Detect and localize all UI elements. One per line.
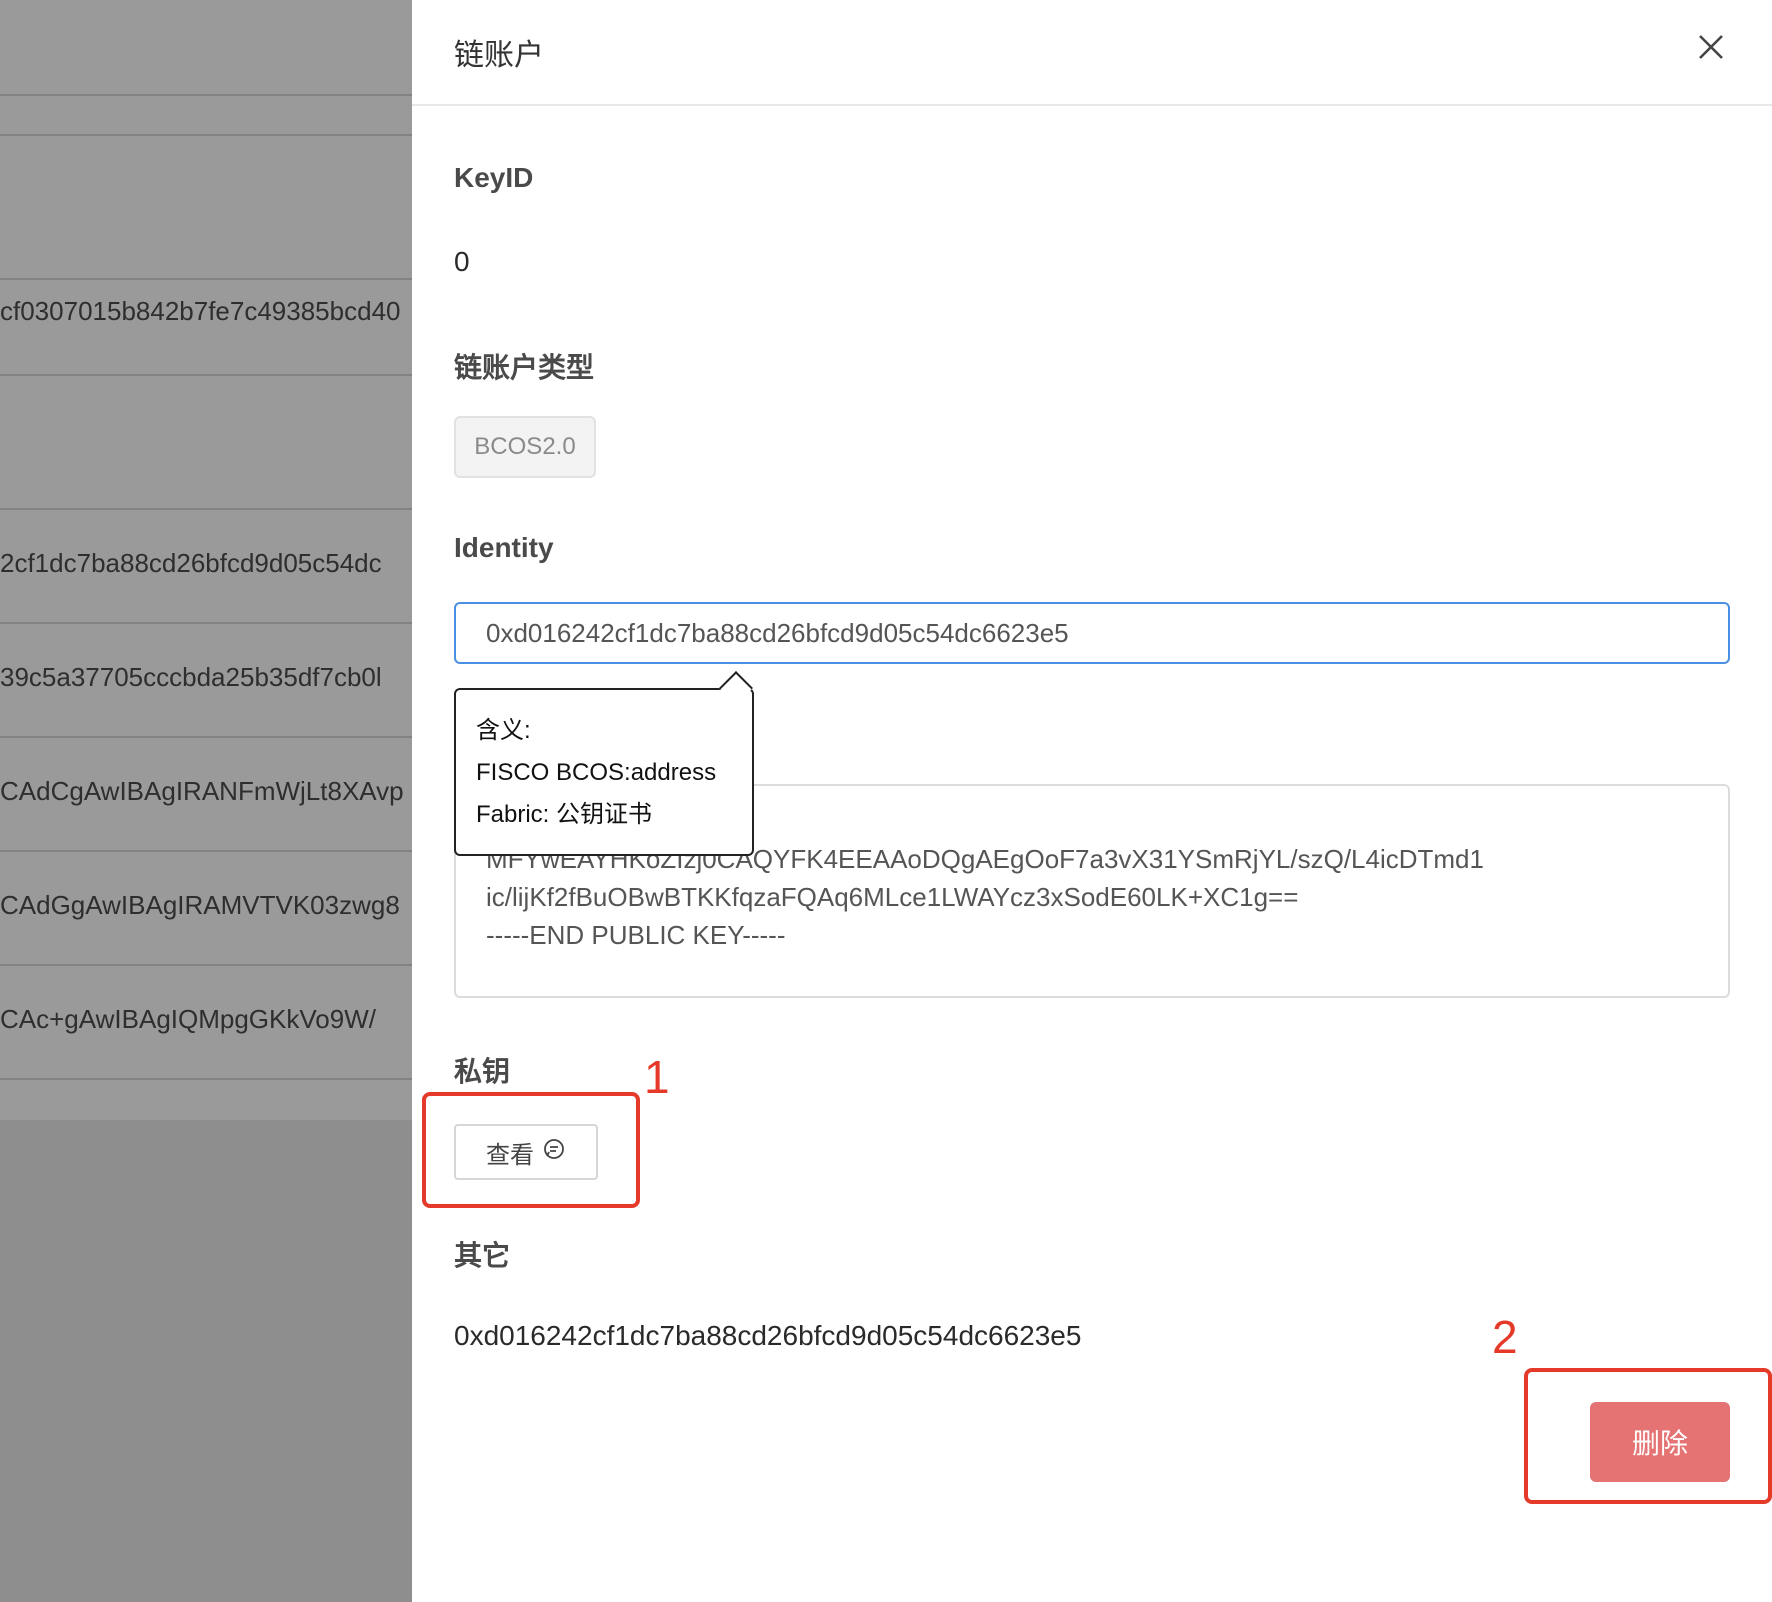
identity-tooltip: 含义: FISCO BCOS:address Fabric: 公钥证书 (454, 671, 754, 856)
annotation-number-2: 2 (1492, 1311, 1518, 1363)
table-row: cf0307015b842b7fe7c49385bcd40 (0, 280, 412, 376)
annotation-number-1: 1 (644, 1051, 670, 1103)
table-cell: 2cf1dc7ba88cd26bfcd9d05c54dc (0, 548, 382, 578)
other-label: 其它 (454, 1240, 511, 1271)
tooltip-line: FISCO BCOS:address (476, 759, 717, 786)
tooltip-line: Fabric: 公钥证书 (476, 801, 653, 828)
table-row: 39c5a37705cccbda25b35df7cb0l (0, 624, 412, 738)
account-type-label: 链账户类型 (454, 352, 595, 383)
table-row (0, 96, 412, 136)
tooltip-arrow (719, 671, 753, 705)
drawer-header: 链账户 (412, 0, 1772, 106)
annotation-box-2 (1524, 1368, 1772, 1504)
private-key-label: 私钥 (454, 1056, 511, 1087)
table-row (0, 376, 412, 510)
account-type-field: BCOS2.0 (454, 416, 596, 478)
identity-field[interactable]: 0xd016242cf1dc7ba88cd26bfcd9d05c54dc6623… (454, 602, 1730, 664)
table-cell: CAdCgAwIBAgIRANFmWjLt8XAvp (0, 776, 404, 806)
table-row (0, 0, 412, 96)
other-value: 0xd016242cf1dc7ba88cd26bfcd9d05c54dc6623… (454, 1320, 1082, 1351)
chain-account-drawer: 链账户 KeyID 0 链账户类型 BCOS2.0 Identity 0xd01… (412, 0, 1772, 1602)
table-cell: cf0307015b842b7fe7c49385bcd40 (0, 296, 401, 326)
background-table: cf0307015b842b7fe7c49385bcd40 2cf1dc7ba8… (0, 0, 412, 1120)
annotation-box-1 (422, 1092, 640, 1208)
keyid-value: 0 (454, 246, 470, 277)
keyid-label: KeyID (454, 162, 534, 193)
table-row (0, 136, 412, 280)
table-row: CAdCgAwIBAgIRANFmWjLt8XAvp (0, 738, 412, 852)
public-key-line: -----END PUBLIC KEY----- (486, 920, 786, 950)
table-cell: CAdGgAwIBAgIRAMVTVK03zwg8 (0, 890, 400, 920)
table-row: CAc+gAwIBAgIQMpgGKkVo9W/ (0, 966, 412, 1080)
identity-label: Identity (454, 532, 554, 563)
background-page: cf0307015b842b7fe7c49385bcd40 2cf1dc7ba8… (0, 0, 412, 1602)
table-cell: 39c5a37705cccbda25b35df7cb0l (0, 662, 382, 692)
public-key-line: ic/lijKf2fBuOBwBTKKfqzaFQAq6MLce1LWAYcz3… (486, 882, 1299, 912)
tooltip-line: 含义: (476, 717, 531, 744)
table-row: 2cf1dc7ba88cd26bfcd9d05c54dc (0, 510, 412, 624)
table-row: CAdGgAwIBAgIRAMVTVK03zwg8 (0, 852, 412, 966)
table-cell: CAc+gAwIBAgIQMpgGKkVo9W/ (0, 1004, 376, 1034)
drawer-title: 链账户 (454, 39, 544, 72)
close-icon[interactable] (1696, 32, 1726, 62)
